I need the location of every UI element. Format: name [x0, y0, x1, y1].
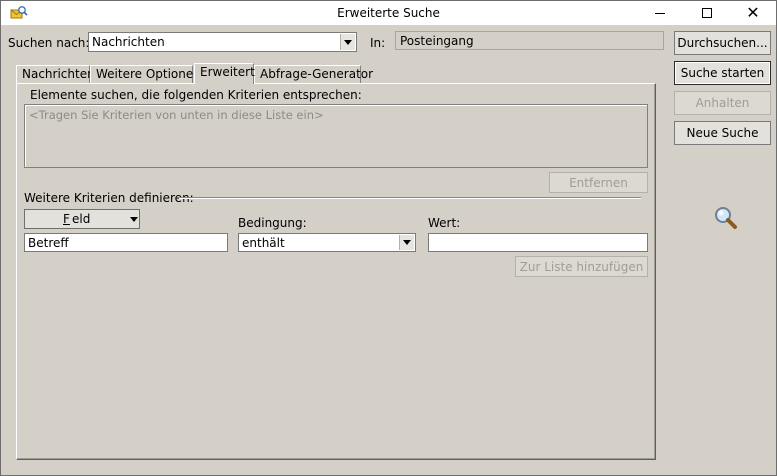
- browse-button[interactable]: Durchsuchen...: [674, 31, 771, 55]
- magnifier-icon: [713, 205, 739, 231]
- dialog-content: Suchen nach: Nachrichten In: Posteingang…: [1, 25, 776, 475]
- advanced-search-window: Erweiterte Suche ✕ Suchen nach: Nachrich…: [0, 0, 777, 476]
- condition-label: Bedingung:: [238, 216, 307, 230]
- remove-button[interactable]: Entfernen: [549, 172, 648, 193]
- field-input-value: Betreff: [28, 236, 69, 250]
- divider: [179, 197, 641, 199]
- tab-nachrichten[interactable]: Nachrichten: [16, 65, 95, 83]
- chevron-down-icon[interactable]: [399, 235, 414, 250]
- criteria-list[interactable]: <Tragen Sie Kriterien von unten in diese…: [24, 104, 648, 168]
- minimize-icon: [655, 12, 665, 14]
- search-for-value: Nachrichten: [92, 35, 165, 49]
- in-folder-field: Posteingang: [395, 31, 664, 50]
- field-button-label: F: [63, 212, 70, 226]
- start-search-button[interactable]: Suche starten: [674, 61, 771, 85]
- define-more-label: Weitere Kriterien definieren:: [24, 191, 194, 205]
- add-to-list-button[interactable]: Zur Liste hinzufügen: [515, 256, 648, 277]
- stop-button[interactable]: Anhalten: [674, 91, 771, 115]
- criteria-placeholder: <Tragen Sie Kriterien von unten in diese…: [29, 108, 324, 122]
- tab-weitere-optionen[interactable]: Weitere Optionen: [90, 65, 201, 83]
- new-search-button[interactable]: Neue Suche: [674, 121, 771, 145]
- field-button-accesskey: F: [63, 212, 70, 226]
- search-for-dropdown[interactable]: Nachrichten: [88, 32, 357, 52]
- tab-abfrage-generator[interactable]: Abfrage-Generator: [254, 65, 373, 83]
- in-folder-value: Posteingang: [400, 34, 474, 48]
- title-bar: Erweiterte Suche ✕: [1, 1, 776, 25]
- minimize-button[interactable]: [637, 1, 683, 25]
- value-label: Wert:: [428, 216, 461, 230]
- field-button-label-rest: eld: [72, 212, 91, 226]
- chevron-down-icon[interactable]: [340, 34, 355, 50]
- maximize-button[interactable]: [684, 1, 730, 25]
- condition-value: enthält: [242, 236, 285, 250]
- field-input[interactable]: Betreff: [24, 233, 228, 252]
- close-icon: ✕: [746, 3, 760, 22]
- criteria-heading: Elemente suchen, die folgenden Kriterien…: [30, 88, 362, 102]
- tab-erweitert[interactable]: Erweitert: [194, 63, 255, 84]
- maximize-icon: [702, 8, 712, 18]
- in-label: In:: [370, 36, 386, 50]
- condition-dropdown[interactable]: enthält: [238, 233, 416, 252]
- search-for-label: Suchen nach:: [8, 36, 90, 50]
- field-button[interactable]: Feld: [24, 209, 140, 229]
- value-input[interactable]: [428, 233, 648, 252]
- chevron-down-icon: [130, 217, 138, 222]
- close-button[interactable]: ✕: [730, 1, 776, 25]
